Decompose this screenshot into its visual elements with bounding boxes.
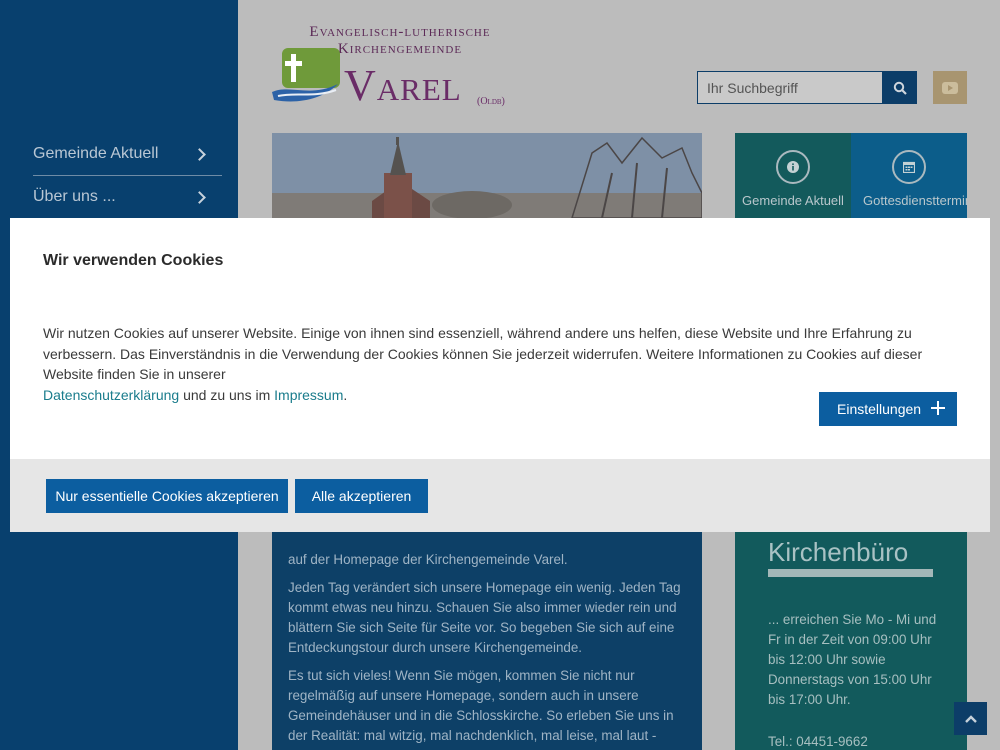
welcome-text: auf der Homepage der Kirchengemeinde Var…	[272, 532, 702, 750]
church-photo	[272, 133, 702, 218]
settings-label: Einstellungen	[837, 401, 922, 417]
office-title: Kirchenbüro	[768, 537, 909, 567]
imprint-link[interactable]: Impressum	[274, 387, 343, 403]
cookie-description: Wir nutzen Cookies auf unserer Website. …	[43, 325, 923, 382]
cookie-title: Wir verwenden Cookies	[43, 252, 224, 269]
cookie-text-middle: und zu uns im	[183, 386, 271, 403]
logo-mark-icon	[272, 48, 340, 102]
search-icon	[893, 81, 907, 95]
logo-suffix: (Oldb)	[477, 96, 505, 107]
search-input[interactable]	[697, 71, 883, 104]
youtube-icon	[942, 81, 958, 94]
sidebar-item-gemeinde-aktuell[interactable]: Gemeinde Aktuell	[33, 133, 222, 175]
tile-gemeinde-aktuell[interactable]: Gemeinde Aktuell	[735, 133, 851, 218]
paragraph: auf der Homepage der Kirchengemeinde Var…	[288, 552, 568, 567]
office-title-underline	[768, 569, 933, 577]
sidebar-item-ueber-uns[interactable]: Über uns ...	[33, 176, 222, 218]
paragraph: Es tut sich vieles! Wenn Sie mögen, komm…	[288, 668, 674, 750]
tile-label: Gemeinde Aktuell	[742, 193, 844, 208]
settings-button[interactable]: Einstellungen	[819, 392, 957, 426]
chevron-right-icon	[193, 147, 206, 161]
youtube-button[interactable]	[933, 71, 967, 104]
scroll-to-top-button[interactable]	[954, 702, 987, 735]
tile-label: Gottesdiensttermine	[863, 193, 967, 208]
cookie-text-end: .	[343, 386, 348, 403]
hero-image	[272, 133, 702, 218]
site-logo[interactable]: Evangelisch-lutherische Kirchengemeinde …	[272, 22, 522, 114]
logo-name: Varel	[344, 61, 462, 110]
logo-line-1: Evangelisch-lutherische	[309, 24, 491, 40]
office-hours: ... erreichen Sie Mo - Mi und Fr in der …	[768, 612, 937, 707]
paragraph: Jeden Tag verändert sich unsere Homepage…	[288, 580, 681, 655]
search-button[interactable]	[883, 71, 917, 104]
plus-icon	[931, 401, 945, 415]
chevron-up-icon	[964, 714, 977, 723]
accept-all-button[interactable]: Alle akzeptieren	[295, 479, 428, 513]
tile-gottesdiensttermine[interactable]: Gottesdiensttermine	[851, 133, 967, 218]
office-phone: Tel.: 04451-9662	[768, 734, 868, 749]
info-icon	[776, 150, 810, 184]
office-box: Kirchenbüro ... erreichen Sie Mo - Mi un…	[735, 532, 967, 750]
sidebar-item-label: Gemeinde Aktuell	[33, 145, 159, 162]
cookie-footer: Nur essentielle Cookies akzeptieren Alle…	[10, 459, 990, 532]
chevron-right-icon	[193, 190, 206, 204]
privacy-link[interactable]: Datenschutzerklärung	[43, 387, 179, 403]
accept-essential-button[interactable]: Nur essentielle Cookies akzeptieren	[46, 479, 288, 513]
sidebar-item-label: Über uns ...	[33, 188, 116, 205]
cookie-dialog: Wir verwenden Cookies Wir nutzen Cookies…	[10, 218, 990, 532]
calendar-icon	[892, 150, 926, 184]
search-bar	[697, 71, 917, 104]
